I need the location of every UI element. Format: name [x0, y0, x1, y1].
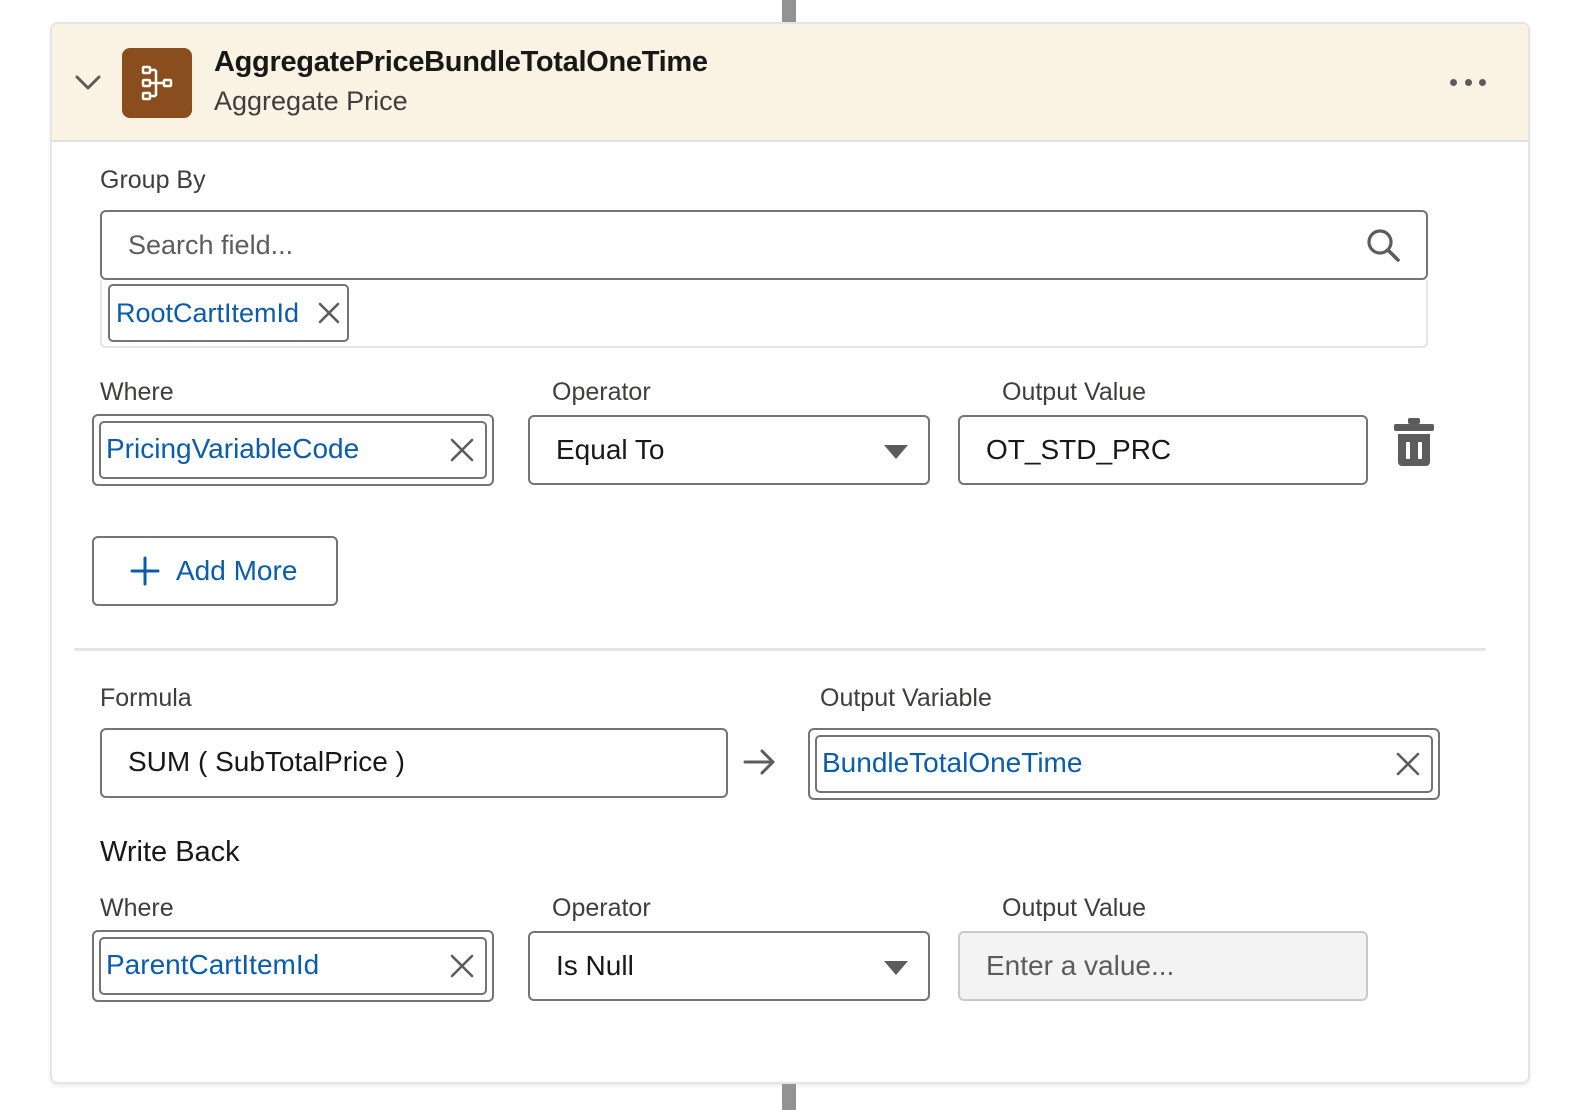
trash-icon[interactable] — [1392, 416, 1436, 468]
pill-label: RootCartItemId — [116, 297, 300, 328]
where-field[interactable]: PricingVariableCode — [92, 414, 494, 486]
chevron-down-icon[interactable] — [72, 66, 104, 98]
group-by-pill[interactable]: RootCartItemId — [108, 284, 350, 342]
write-back-where-token[interactable]: ParentCartItemId — [99, 937, 487, 995]
output-value-input[interactable]: OT_STD_PRC — [958, 415, 1368, 485]
caret-down-icon — [884, 445, 908, 459]
output-value-text: OT_STD_PRC — [986, 434, 1172, 465]
output-value-label: Output Value — [1002, 378, 1147, 406]
aggregate-price-icon — [122, 48, 192, 118]
write-back-operator-value: Is Null — [556, 950, 634, 981]
where-label: Where — [100, 378, 174, 406]
write-back-operator-label: Operator — [552, 894, 651, 922]
arrow-right-icon — [743, 749, 775, 775]
flow-connector-bottom — [782, 1084, 796, 1110]
clear-icon[interactable] — [449, 953, 475, 979]
clear-icon[interactable] — [449, 437, 475, 463]
section-divider — [74, 648, 1486, 651]
caret-down-icon — [884, 961, 908, 975]
output-variable-token[interactable]: BundleTotalOneTime — [815, 735, 1433, 793]
write-back-where-field[interactable]: ParentCartItemId — [92, 930, 494, 1002]
operator-label: Operator — [552, 378, 651, 406]
group-by-label: Group By — [100, 166, 206, 194]
card-subtitle: Aggregate Price — [214, 86, 408, 116]
write-back-where-label: Where — [100, 894, 174, 922]
output-variable-field[interactable]: BundleTotalOneTime — [808, 728, 1440, 800]
formula-text: SUM ( SubTotalPrice ) — [128, 746, 405, 777]
aggregate-price-card: AggregatePriceBundleTotalOneTime Aggrega… — [50, 22, 1530, 1084]
write-back-output-value-label: Output Value — [1002, 894, 1147, 922]
search-icon[interactable] — [1364, 226, 1402, 264]
output-variable-token-label: BundleTotalOneTime — [822, 747, 1083, 778]
where-token[interactable]: PricingVariableCode — [99, 421, 487, 479]
write-back-operator-select[interactable]: Is Null — [528, 931, 930, 1001]
flow-connector-top — [782, 0, 796, 22]
write-back-title: Write Back — [100, 836, 240, 868]
card-title: AggregatePriceBundleTotalOneTime — [214, 46, 708, 78]
more-options-icon[interactable] — [1450, 70, 1486, 94]
write-back-output-value-placeholder: Enter a value... — [986, 950, 1175, 981]
write-back-where-token-label: ParentCartItemId — [106, 949, 320, 980]
where-token-label: PricingVariableCode — [106, 433, 360, 464]
operator-select-value: Equal To — [556, 434, 665, 465]
formula-input[interactable]: SUM ( SubTotalPrice ) — [100, 728, 728, 798]
group-by-selected-area: RootCartItemId — [100, 280, 1428, 348]
formula-label: Formula — [100, 684, 192, 712]
add-more-label: Add More — [176, 555, 298, 586]
group-by-search-box[interactable] — [100, 210, 1428, 280]
clear-icon[interactable] — [1395, 751, 1421, 777]
add-more-button[interactable]: Add More — [92, 536, 338, 606]
group-by-search-input[interactable] — [128, 212, 1328, 278]
card-header: AggregatePriceBundleTotalOneTime Aggrega… — [52, 24, 1528, 142]
operator-select[interactable]: Equal To — [528, 415, 930, 485]
write-back-output-value-input[interactable]: Enter a value... — [958, 931, 1368, 1001]
remove-icon[interactable] — [317, 301, 341, 325]
output-variable-label: Output Variable — [820, 684, 992, 712]
plus-icon — [130, 556, 160, 586]
